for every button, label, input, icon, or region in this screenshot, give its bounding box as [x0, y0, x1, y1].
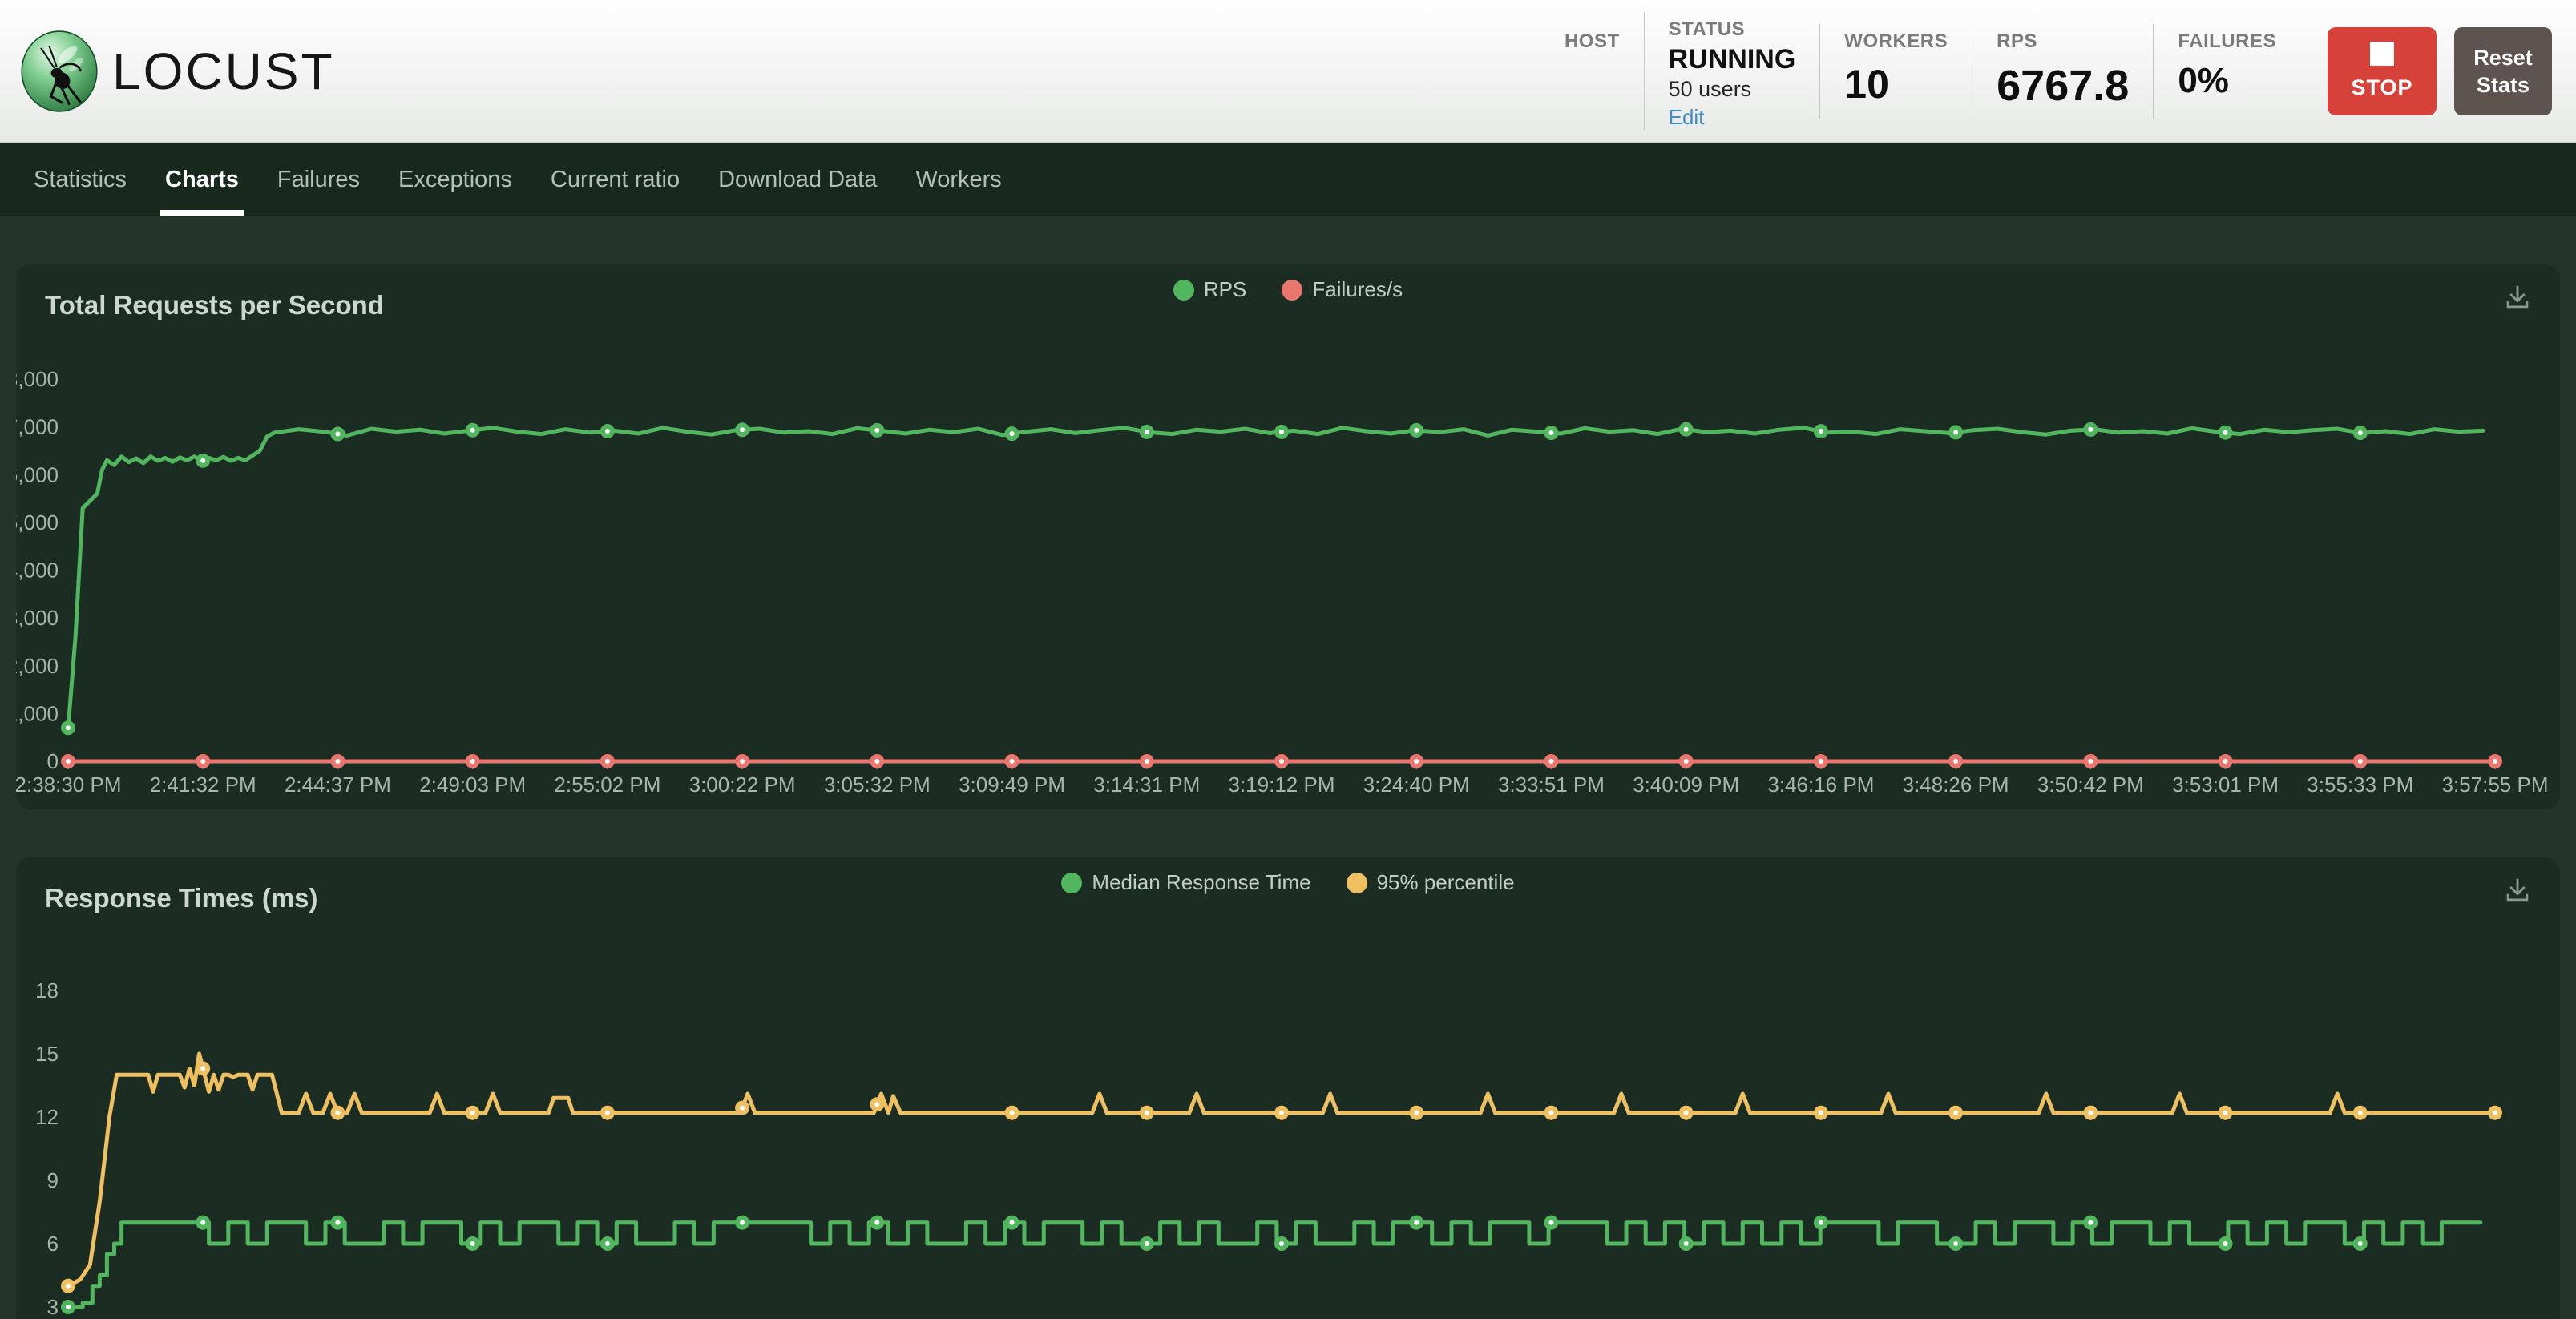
svg-text:5,000: 5,000 — [16, 510, 59, 534]
svg-text:9: 9 — [47, 1168, 59, 1192]
app-header: LOCUST HOST STATUS RUNNING 50 users Edit… — [0, 0, 2576, 143]
chart-legend: RPS Failures/s — [16, 277, 2560, 302]
svg-text:3:48:26 PM: 3:48:26 PM — [1903, 772, 2009, 797]
svg-text:3: 3 — [47, 1295, 59, 1319]
stop-icon — [2370, 42, 2394, 66]
svg-text:6: 6 — [47, 1232, 59, 1256]
svg-text:8,000: 8,000 — [16, 367, 59, 391]
failures-value: 0% — [2178, 61, 2276, 101]
header-stats: HOST STATUS RUNNING 50 users Edit WORKER… — [1540, 12, 2300, 130]
legend-label: RPS — [1204, 277, 1246, 302]
stop-button[interactable]: STOP — [2328, 27, 2437, 115]
percentile-legend-dot — [1347, 873, 1367, 893]
stat-rps: RPS 6767.8 — [1972, 24, 2153, 119]
legend-label: 95% percentile — [1377, 870, 1515, 895]
svg-text:3:24:40 PM: 3:24:40 PM — [1363, 772, 1470, 797]
locust-logo-icon — [18, 28, 101, 115]
tab-current-ratio[interactable]: Current ratio — [549, 143, 681, 216]
tab-failures[interactable]: Failures — [276, 143, 361, 216]
reset-stats-button[interactable]: Reset Stats — [2454, 27, 2552, 115]
download-chart-icon[interactable] — [2502, 282, 2533, 313]
response-times-chart-panel: 369121518 Response Times (ms) Median Res… — [16, 857, 2560, 1319]
svg-text:3:53:01 PM: 3:53:01 PM — [2172, 772, 2279, 797]
app-logo: LOCUST — [18, 28, 335, 115]
stat-host: HOST — [1540, 24, 1644, 119]
header-buttons: STOP Reset Stats — [2328, 27, 2552, 115]
status-label: STATUS — [1669, 12, 1796, 41]
svg-text:2:41:32 PM: 2:41:32 PM — [150, 772, 256, 797]
svg-text:12: 12 — [35, 1105, 59, 1129]
failures-label: FAILURES — [2178, 24, 2276, 53]
stat-workers: WORKERS 10 — [1819, 24, 1972, 119]
svg-text:2,000: 2,000 — [16, 654, 59, 678]
failures-legend-dot — [1282, 280, 1302, 301]
svg-text:15: 15 — [35, 1042, 59, 1066]
tab-download-data[interactable]: Download Data — [717, 143, 878, 216]
svg-text:3:05:32 PM: 3:05:32 PM — [824, 772, 931, 797]
svg-text:3:50:42 PM: 3:50:42 PM — [2037, 772, 2144, 797]
svg-text:3,000: 3,000 — [16, 606, 59, 630]
svg-text:6,000: 6,000 — [16, 462, 59, 486]
svg-text:3:09:49 PM: 3:09:49 PM — [959, 772, 1065, 797]
svg-text:2:44:37 PM: 2:44:37 PM — [285, 772, 391, 797]
svg-text:3:00:22 PM: 3:00:22 PM — [689, 772, 796, 797]
stop-button-label: STOP — [2351, 75, 2412, 100]
legend-item-median[interactable]: Median Response Time — [1061, 870, 1310, 895]
svg-text:3:57:55 PM: 3:57:55 PM — [2442, 772, 2549, 797]
legend-item-95th[interactable]: 95% percentile — [1347, 870, 1515, 895]
tab-workers[interactable]: Workers — [914, 143, 1003, 216]
status-user-count: 50 users — [1669, 77, 1796, 102]
host-label: HOST — [1565, 24, 1620, 53]
legend-item-rps[interactable]: RPS — [1173, 277, 1246, 302]
charts-page: 0 1,000 2,000 3,000 4,000 5,000 6,000 7,000 8,00… — [0, 216, 2576, 1319]
stat-failures: FAILURES 0% — [2153, 24, 2300, 119]
svg-text:3:33:51 PM: 3:33:51 PM — [1498, 772, 1605, 797]
workers-label: WORKERS — [1844, 24, 1948, 53]
svg-text:4,000: 4,000 — [16, 559, 59, 583]
tab-charts[interactable]: Charts — [164, 143, 240, 216]
stat-status: STATUS RUNNING 50 users Edit — [1644, 12, 1820, 130]
rps-chart-panel: 0 1,000 2,000 3,000 4,000 5,000 6,000 7,000 8,00… — [16, 264, 2560, 809]
status-value: RUNNING — [1669, 44, 1796, 75]
svg-text:0: 0 — [47, 749, 59, 773]
response-times-chart: 3 6 9 12 15 18 — [16, 857, 2560, 1319]
svg-text:1,000: 1,000 — [16, 701, 59, 725]
svg-text:3:46:16 PM: 3:46:16 PM — [1767, 772, 1874, 797]
svg-text:2:49:03 PM: 2:49:03 PM — [419, 772, 526, 797]
main-nav: Statistics Charts Failures Exceptions Cu… — [0, 143, 2576, 216]
download-chart-icon[interactable] — [2502, 875, 2533, 906]
svg-text:3:40:09 PM: 3:40:09 PM — [1633, 772, 1739, 797]
legend-label: Median Response Time — [1092, 870, 1310, 895]
legend-label: Failures/s — [1312, 277, 1403, 302]
svg-text:18: 18 — [35, 978, 59, 1002]
rps-value: 6767.8 — [1997, 61, 2129, 111]
svg-text:3:19:12 PM: 3:19:12 PM — [1229, 772, 1335, 797]
tab-statistics[interactable]: Statistics — [32, 143, 128, 216]
app-title: LOCUST — [112, 42, 335, 101]
svg-text:2:38:30 PM: 2:38:30 PM — [16, 772, 121, 797]
rps-label: RPS — [1997, 24, 2129, 53]
workers-value: 10 — [1844, 61, 1948, 107]
tab-exceptions[interactable]: Exceptions — [397, 143, 514, 216]
rps-legend-dot — [1173, 280, 1194, 301]
median-legend-dot — [1061, 873, 1082, 893]
svg-text:7,000: 7,000 — [16, 415, 59, 439]
chart-legend: Median Response Time 95% percentile — [16, 870, 2560, 895]
legend-item-failures[interactable]: Failures/s — [1282, 277, 1403, 302]
edit-link[interactable]: Edit — [1669, 105, 1705, 130]
svg-text:3:14:31 PM: 3:14:31 PM — [1093, 772, 1200, 797]
svg-text:2:55:02 PM: 2:55:02 PM — [554, 772, 660, 797]
rps-chart: 0 1,000 2,000 3,000 4,000 5,000 6,000 7,000 8,00… — [16, 264, 2560, 809]
locust-app: LOCUST HOST STATUS RUNNING 50 users Edit… — [0, 0, 2576, 1319]
svg-text:3:55:33 PM: 3:55:33 PM — [2307, 772, 2413, 797]
